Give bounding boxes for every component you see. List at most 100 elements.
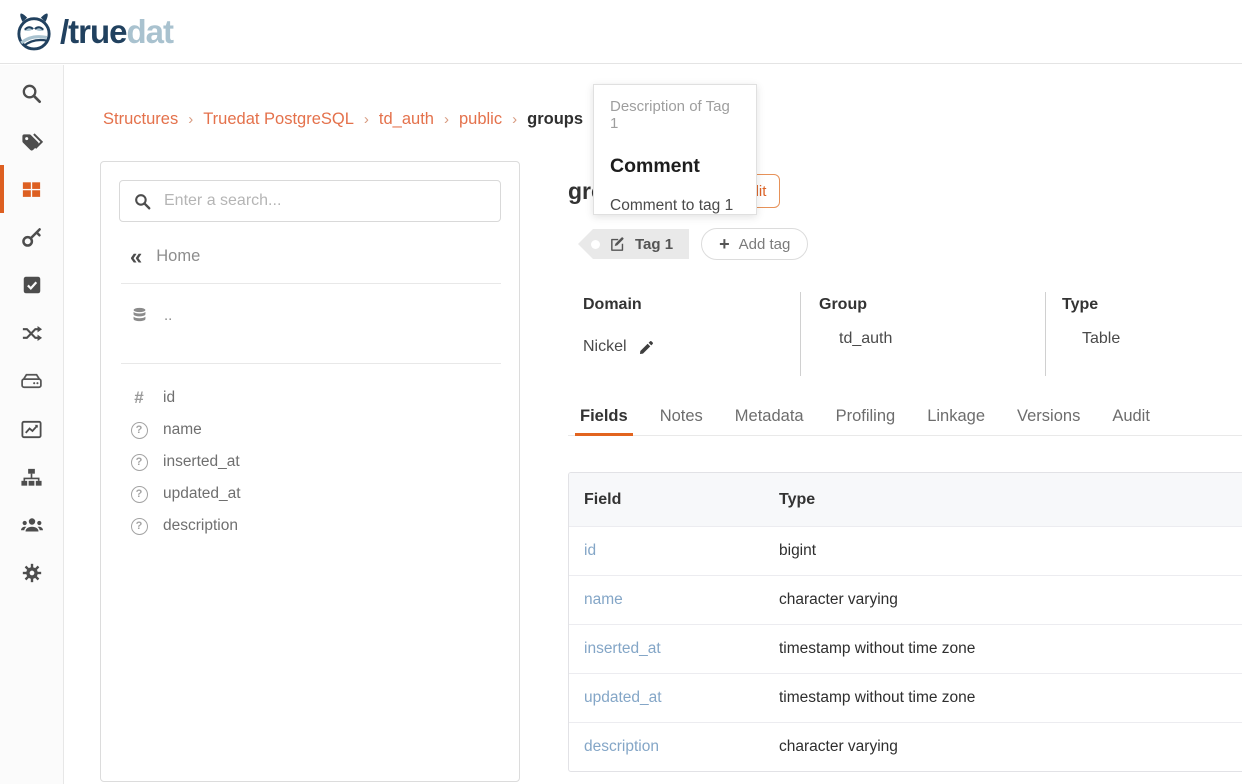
explorer-home-label: Home — [156, 247, 200, 266]
field-type: bigint — [779, 542, 1242, 560]
field-type: timestamp without time zone — [779, 640, 1242, 658]
tag-label: Tag 1 — [635, 236, 673, 253]
explorer-parent-link[interactable]: .. — [119, 284, 501, 346]
search-icon — [133, 192, 152, 211]
sidebar-item-structures[interactable] — [0, 165, 63, 213]
breadcrumb-link-schema[interactable]: public — [459, 110, 502, 129]
table-row: id bigint — [569, 526, 1242, 575]
app-window: /truedat — [0, 0, 1242, 784]
grid-icon — [20, 178, 43, 201]
field-link[interactable]: description — [584, 738, 659, 755]
table-row: inserted_at timestamp without time zone — [569, 624, 1242, 673]
info-group: Group td_auth — [800, 292, 1045, 376]
search-icon — [20, 82, 43, 105]
sidebar-item-quality[interactable] — [0, 261, 63, 309]
key-icon — [20, 226, 43, 249]
tab-metadata[interactable]: Metadata — [735, 399, 804, 433]
explorer-field-item[interactable]: ? name — [119, 414, 501, 446]
structure-info-grid: Domain Nickel Group td_auth Type Table — [568, 292, 1242, 378]
field-link[interactable]: name — [584, 591, 623, 608]
domain-value: Nickel — [583, 338, 627, 356]
check-square-icon — [21, 274, 43, 296]
breadcrumb-separator: › — [188, 111, 193, 128]
sidebar-item-dashboards[interactable] — [0, 405, 63, 453]
field-link[interactable]: inserted_at — [584, 640, 661, 657]
table-row: name character varying — [569, 575, 1242, 624]
brand-text-secondary: dat — [127, 13, 174, 50]
database-icon — [130, 306, 149, 325]
explorer-field-item[interactable]: ? description — [119, 510, 501, 542]
tab-linkage[interactable]: Linkage — [927, 399, 985, 433]
explorer-field-label: id — [163, 389, 175, 407]
tooltip-description: Description of Tag 1 — [610, 98, 740, 132]
breadcrumb-separator: › — [512, 111, 517, 128]
field-type: timestamp without time zone — [779, 689, 1242, 707]
breadcrumb: Structures › Truedat PostgreSQL › td_aut… — [103, 110, 583, 129]
domain-label: Domain — [583, 292, 800, 314]
main-nav-sidebar — [0, 65, 64, 784]
tooltip-comment: Comment to tag 1 — [610, 197, 740, 215]
explorer-field-label: name — [163, 421, 202, 439]
explorer-field-label: updated_at — [163, 485, 241, 503]
sitemap-icon — [20, 466, 43, 489]
field-link[interactable]: id — [584, 542, 596, 559]
tab-notes[interactable]: Notes — [660, 399, 703, 433]
tab-versions[interactable]: Versions — [1017, 399, 1080, 433]
explorer-field-item[interactable]: # id — [119, 382, 501, 414]
hard-drive-icon — [20, 370, 43, 393]
users-icon — [20, 513, 44, 537]
field-link[interactable]: updated_at — [584, 689, 662, 706]
explorer-field-item[interactable]: ? inserted_at — [119, 446, 501, 478]
breadcrumb-separator: › — [364, 111, 369, 128]
sidebar-item-users[interactable] — [0, 501, 63, 549]
question-circle-icon: ? — [129, 486, 149, 503]
owl-logo-icon — [12, 10, 56, 54]
field-type: character varying — [779, 591, 1242, 609]
breadcrumb-link-database[interactable]: td_auth — [379, 110, 434, 129]
double-chevron-left-icon: « — [130, 249, 142, 265]
breadcrumb-separator: › — [444, 111, 449, 128]
column-header-field: Field — [569, 491, 779, 509]
field-type: character varying — [779, 738, 1242, 756]
explorer-field-label: description — [163, 517, 238, 535]
breadcrumb-current: groups — [527, 110, 583, 129]
tag-row: Tag 1 + Add tag — [578, 228, 808, 260]
sidebar-item-search[interactable] — [0, 69, 63, 117]
add-tag-button[interactable]: + Add tag — [701, 228, 808, 260]
detail-tabs: Fields Notes Metadata Profiling Linkage … — [568, 399, 1242, 436]
sidebar-item-settings[interactable] — [0, 549, 63, 597]
question-circle-icon: ? — [129, 518, 149, 535]
tooltip-heading: Comment — [610, 155, 740, 178]
brand-wordmark: /truedat — [60, 15, 173, 48]
type-label: Type — [1062, 292, 1242, 314]
sidebar-item-tags[interactable] — [0, 117, 63, 165]
explorer-home-link[interactable]: « Home — [119, 247, 501, 266]
sidebar-item-lineage[interactable] — [0, 309, 63, 357]
sidebar-item-permissions[interactable] — [0, 213, 63, 261]
tab-fields[interactable]: Fields — [580, 399, 628, 433]
sidebar-item-systems[interactable] — [0, 357, 63, 405]
column-header-type: Type — [779, 491, 1242, 509]
breadcrumb-link-system[interactable]: Truedat PostgreSQL — [203, 110, 354, 129]
question-circle-icon: ? — [129, 422, 149, 439]
edit-domain-button[interactable] — [638, 339, 655, 356]
hash-icon: # — [129, 388, 149, 408]
sidebar-item-domains[interactable] — [0, 453, 63, 501]
truedat-logo[interactable]: /truedat — [12, 10, 173, 54]
explorer-parent-label: .. — [164, 307, 172, 324]
tag-chip[interactable]: Tag 1 — [578, 229, 689, 259]
explorer-field-item[interactable]: ? updated_at — [119, 478, 501, 510]
table-row: updated_at timestamp without time zone — [569, 673, 1242, 722]
fields-table: Field Type id bigint name character vary… — [568, 472, 1242, 772]
tab-audit[interactable]: Audit — [1112, 399, 1150, 433]
explorer-search-input[interactable] — [164, 192, 487, 210]
tags-icon — [20, 130, 43, 153]
breadcrumb-link-structures[interactable]: Structures — [103, 110, 178, 129]
fields-table-header: Field Type — [569, 473, 1242, 526]
tab-profiling[interactable]: Profiling — [836, 399, 896, 433]
divider — [121, 363, 501, 364]
explorer-search-box[interactable] — [119, 180, 501, 222]
add-tag-label: Add tag — [739, 236, 791, 253]
gear-icon — [21, 562, 43, 584]
tag-hole — [591, 240, 600, 249]
